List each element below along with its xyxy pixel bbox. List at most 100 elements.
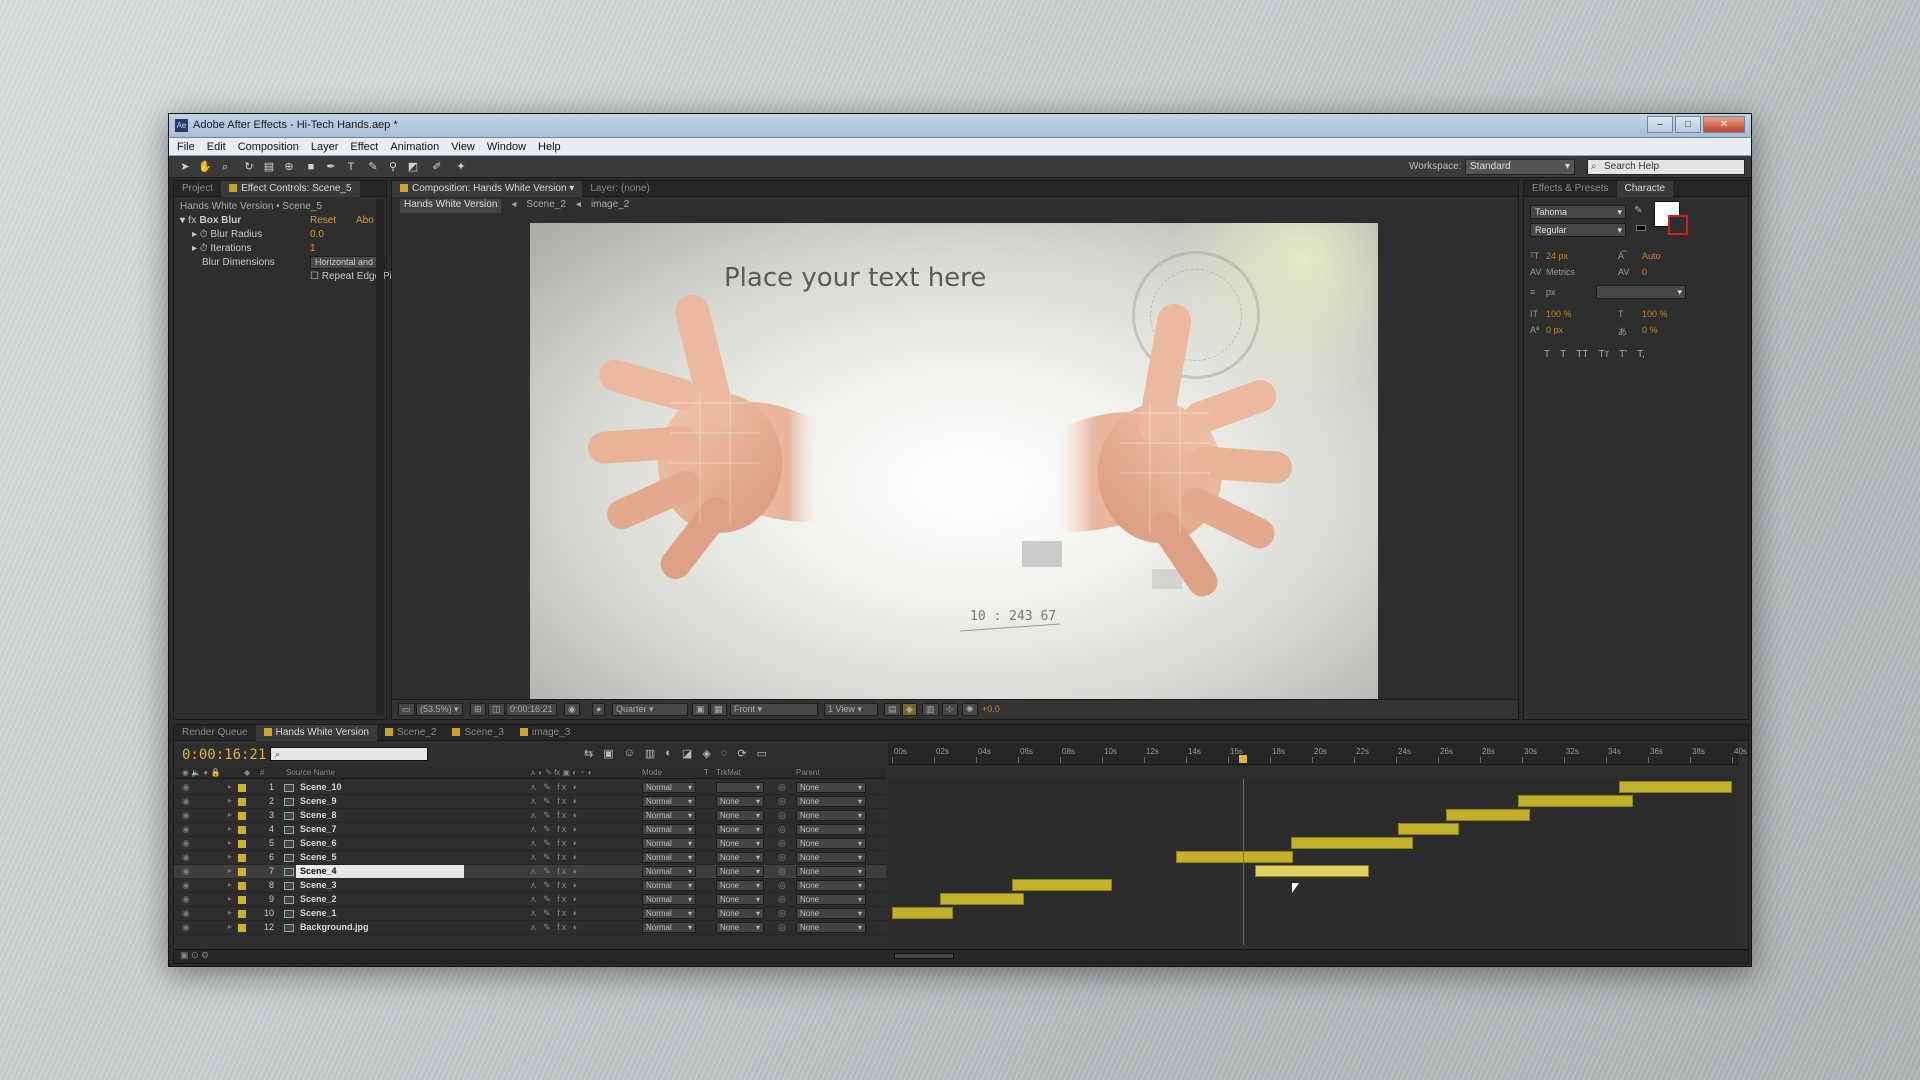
stamp-tool-icon[interactable]: ⚲ (385, 159, 401, 175)
rectangle-tool-icon[interactable]: ■ (303, 159, 319, 175)
blur-radius-row[interactable]: ▸ ⏱ Blur Radius (192, 229, 262, 240)
composition-viewer[interactable]: Place your text here 10 : 243 67 (530, 223, 1378, 699)
layer-duration-bar[interactable] (1175, 851, 1294, 863)
parent-dropdown[interactable]: None ▾ (796, 894, 866, 905)
minimize-button[interactable]: – (1647, 116, 1673, 133)
trkmat-dropdown[interactable]: None ▾ (716, 894, 764, 905)
blend-mode-dropdown[interactable]: Normal ▾ (642, 866, 696, 877)
label-color-swatch[interactable] (238, 854, 246, 862)
type-tool-icon[interactable]: T (343, 159, 359, 175)
tab-scene-3[interactable]: Scene_3 (444, 725, 511, 741)
pickwhip-icon[interactable]: ◎ (778, 866, 786, 877)
menu-effect[interactable]: Effect (350, 141, 378, 153)
layer-row[interactable]: ◉ ▸ 6 Scene_5 ⋏ ✎ fx ◐ Normal ▾ None ▾ ◎ None ▾ (174, 851, 886, 865)
parent-dropdown[interactable]: None ▾ (796, 908, 866, 919)
layer-duration-bar[interactable] (1011, 879, 1113, 891)
nav-scene-2[interactable]: Scene_2 (526, 199, 565, 213)
mask-toggle-icon[interactable]: ◫ (488, 703, 505, 716)
timeline-search-input[interactable]: ⌕ (270, 747, 428, 761)
layer-row[interactable]: ◉ ▸ 2 Scene_9 ⋏ ✎ fx ◐ Normal ▾ None ▾ ◎ None ▾ (174, 795, 886, 809)
label-color-swatch[interactable] (238, 826, 246, 834)
layer-duration-bar[interactable] (1618, 781, 1732, 793)
layer-row[interactable]: ◉ ▸ 7 Scene_4 ⋏ ✎ fx ◐ Normal ▾ None ▾ ◎ None ▾ (174, 865, 886, 879)
tab-composition[interactable]: Composition: Hands White Version ▾ (392, 180, 583, 197)
layer-duration-bar[interactable] (940, 893, 1025, 905)
layer-switches-icon[interactable]: ⋏ ✎ fx ◐ (530, 922, 580, 933)
zoom-tool-icon[interactable]: ⌕ (217, 159, 233, 175)
pickwhip-icon[interactable]: ◎ (778, 810, 786, 821)
eye-icon[interactable]: ◉ (182, 866, 190, 877)
blur-dimensions-dropdown[interactable]: Horizontal and ▾ (310, 256, 386, 269)
trkmat-dropdown[interactable]: None ▾ (716, 810, 764, 821)
brush-tool-icon[interactable]: ✎ (365, 159, 381, 175)
iterations-value[interactable]: 1 (310, 243, 316, 254)
eye-icon[interactable]: ◉ (182, 894, 190, 905)
all-caps-button[interactable]: TT (1576, 349, 1588, 360)
black-swatch[interactable] (1636, 225, 1646, 231)
blend-mode-dropdown[interactable]: Normal ▾ (642, 908, 696, 919)
brainstorm-icon[interactable]: ◈ (702, 747, 710, 760)
subscript-button[interactable]: T, (1637, 349, 1645, 360)
time-ruler[interactable]: 00s 02s 04s 06s 08s 10s 12s 14s 16s 18s 20s 22s 24s 2… (888, 743, 1747, 765)
blend-mode-dropdown[interactable]: Normal ▾ (642, 782, 696, 793)
always-preview-icon[interactable]: ▭ (398, 703, 415, 716)
layer-duration-bar[interactable] (892, 907, 953, 919)
iterations-row[interactable]: ▸ ⏱ Iterations (192, 243, 252, 254)
label-color-swatch[interactable] (238, 812, 246, 820)
grid-toggle-icon[interactable]: ⊞ (470, 703, 486, 716)
render-icon[interactable]: ▭ (757, 747, 767, 760)
faux-italic-button[interactable]: T (1560, 349, 1566, 360)
shy-layers-icon[interactable]: ☺ (624, 747, 635, 760)
resolution-dropdown[interactable]: Quarter ▾ (612, 703, 688, 716)
tab-hands-white-version[interactable]: Hands White Version (255, 724, 377, 741)
blend-mode-dropdown[interactable]: Normal ▾ (642, 894, 696, 905)
horizontal-scale-value[interactable]: 100 % (1642, 309, 1668, 319)
blend-mode-dropdown[interactable]: Normal ▾ (642, 880, 696, 891)
pickwhip-icon[interactable]: ◎ (778, 782, 786, 793)
flowchart-icon[interactable]: ⊹ (942, 703, 958, 716)
eye-icon[interactable]: ◉ (182, 908, 190, 919)
leading-value[interactable]: Auto (1642, 251, 1661, 261)
search-help-input[interactable]: ⌕ Search Help (1587, 159, 1745, 175)
reset-exposure-icon[interactable]: ✺ (962, 703, 978, 716)
tab-character[interactable]: Characte (1616, 180, 1674, 197)
layer-name[interactable]: Scene_7 (300, 824, 337, 834)
menu-composition[interactable]: Composition (238, 141, 299, 153)
parent-dropdown[interactable]: None ▾ (796, 852, 866, 863)
parent-dropdown[interactable]: None ▾ (796, 880, 866, 891)
eye-icon[interactable]: ◉ (182, 824, 190, 835)
eyedropper-icon[interactable]: ✎ (1634, 205, 1642, 216)
layer-name[interactable]: Scene_2 (300, 894, 337, 904)
blur-radius-value[interactable]: 0.0 (310, 229, 324, 240)
menu-view[interactable]: View (451, 141, 475, 153)
layer-name[interactable]: Scene_3 (300, 880, 337, 890)
stroke-style-dropdown[interactable]: ▾ (1596, 285, 1686, 299)
current-time-field[interactable]: 0:00:16:21 (506, 703, 557, 716)
rotate-tool-icon[interactable]: ↻ (241, 159, 257, 175)
exposure-value[interactable]: +0.0 (982, 704, 1000, 714)
tracking-value[interactable]: 0 (1642, 267, 1647, 277)
layer-name[interactable]: Scene_10 (300, 782, 342, 792)
label-color-swatch[interactable] (238, 924, 246, 932)
live-update-icon[interactable]: ⟳ (737, 747, 746, 760)
current-time-indicator[interactable] (1238, 755, 1247, 763)
toggle-switches-icon[interactable]: ▣ ⊙ ⚙ (180, 950, 209, 961)
eye-icon[interactable]: ◉ (182, 796, 190, 807)
layer-row[interactable]: ◉ ▸ 12 Background.jpg ⋏ ✎ fx ◐ Normal ▾ None ▾ ◎ N… (174, 921, 886, 935)
menu-layer[interactable]: Layer (311, 141, 339, 153)
eye-icon[interactable]: ◉ (182, 782, 190, 793)
stroke-color-swatch[interactable] (1668, 215, 1688, 235)
layer-name[interactable]: Scene_1 (300, 908, 337, 918)
label-color-swatch[interactable] (238, 910, 246, 918)
trkmat-dropdown[interactable]: None ▾ (716, 852, 764, 863)
parent-dropdown[interactable]: None ▾ (796, 922, 866, 933)
pickwhip-icon[interactable]: ◎ (778, 796, 786, 807)
layer-switches-icon[interactable]: ⋏ ✎ fx ◐ (530, 796, 580, 807)
tab-scene-2[interactable]: Scene_2 (377, 725, 444, 741)
box-blur-effect[interactable]: ▾ fx Box Blur (180, 215, 241, 226)
small-caps-button[interactable]: Tт (1598, 349, 1609, 360)
layer-switches-icon[interactable]: ⋏ ✎ fx ◐ (530, 866, 580, 877)
trkmat-dropdown[interactable]: None ▾ (716, 908, 764, 919)
col-source-name[interactable]: Source Name (286, 768, 335, 777)
draft-3d-icon[interactable]: ▣ (603, 747, 613, 760)
